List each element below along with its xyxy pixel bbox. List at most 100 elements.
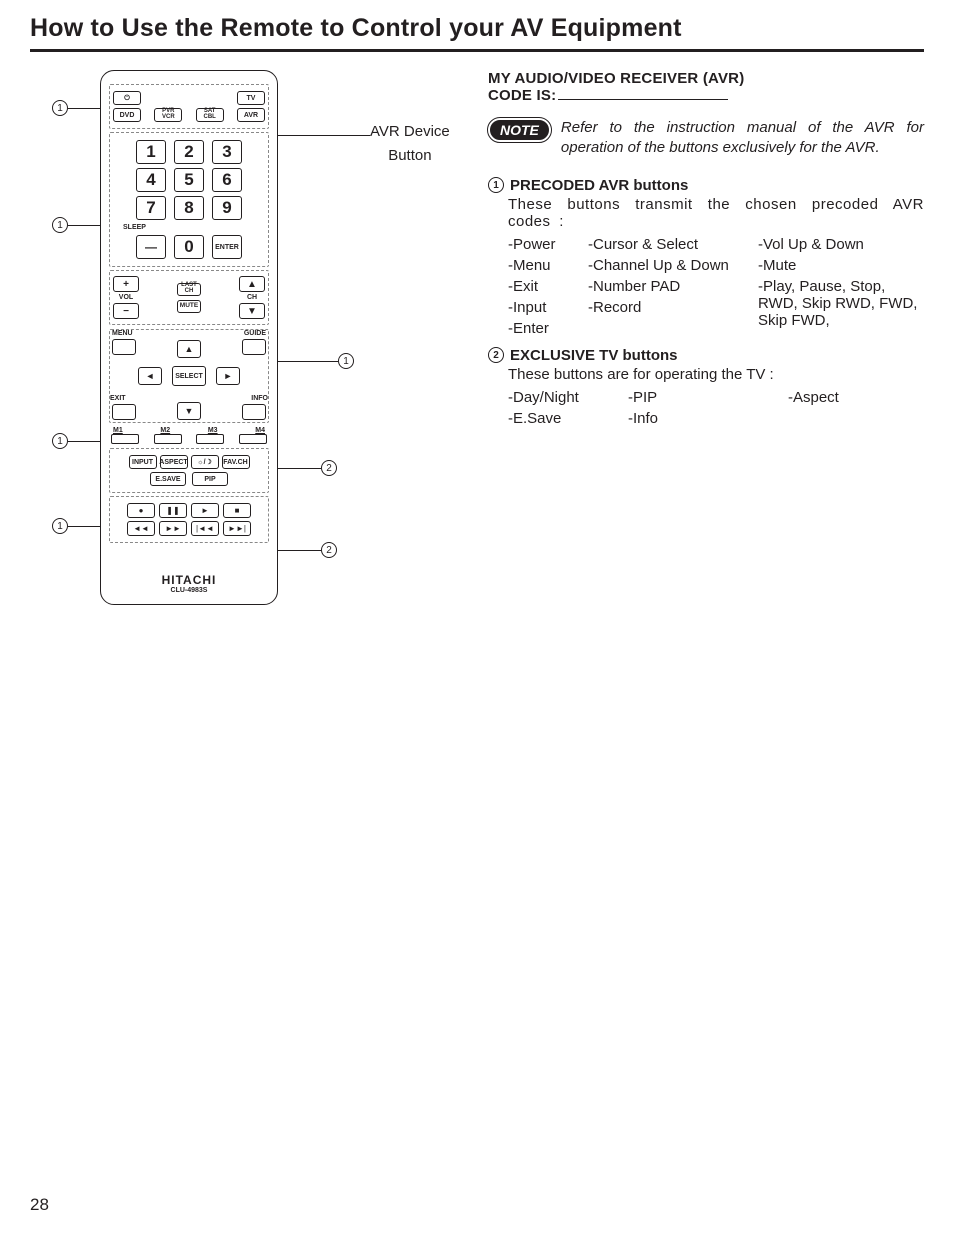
menu-label: MENU: [112, 330, 133, 337]
esave-button: E.SAVE: [150, 472, 186, 486]
guide-label: GUIDE: [244, 330, 266, 337]
avr-code-heading: MY AUDIO/VIDEO RECEIVER (AVR) CODE IS:: [488, 70, 924, 104]
nav-left-button: ◄: [138, 367, 162, 385]
exit-label: EXIT: [110, 395, 126, 402]
section-1-heading: 1 PRECODED AVR buttons: [488, 177, 924, 194]
remote-diagram: ⏻ TV DVD PVRVCR SATCBL AVR 1 2 3: [100, 70, 278, 605]
dvd-button: DVD: [113, 108, 141, 122]
brand-label: HITACHI: [109, 573, 269, 587]
section-2-heading: 2 EXCLUSIVE TV buttons: [488, 347, 924, 364]
num-9-button: 9: [212, 196, 242, 220]
diagram-column: 1 1 1 1 1 2 2 AVR Device: [30, 70, 470, 605]
section-2-sub: These buttons are for operating the TV :: [508, 366, 924, 383]
favch-button: FAV.CH: [222, 455, 250, 469]
callout-1-icon: 1: [52, 217, 68, 233]
section-1-table: -Power -Cursor & Select -Vol Up & Down -…: [508, 236, 924, 337]
dash-button: —: [136, 235, 166, 259]
info-button: [242, 404, 266, 420]
section-1-number-icon: 1: [488, 177, 504, 193]
table-cell: -Input: [508, 299, 588, 316]
exit-button: [112, 404, 136, 420]
table-cell: -Aspect: [788, 389, 924, 406]
table-cell: -Number PAD: [588, 278, 758, 295]
nav-down-button: ▼: [177, 402, 201, 420]
power-button: ⏻: [113, 91, 141, 105]
table-cell: -Day/Night: [508, 389, 628, 406]
rwd-button: ◄◄: [127, 521, 155, 536]
input-button: INPUT: [129, 455, 157, 469]
callout-1-icon: 1: [52, 518, 68, 534]
m4-button: [239, 434, 267, 444]
num-5-button: 5: [174, 168, 204, 192]
avr-button: AVR: [237, 108, 265, 122]
callout-1-icon: 1: [52, 100, 68, 116]
menu-button: [112, 339, 136, 355]
note-block: NOTE Refer to the instruction manual of …: [488, 118, 924, 159]
m2-button: [154, 434, 182, 444]
m1-button: [111, 434, 139, 444]
daynight-button: ☼/☽: [191, 455, 219, 469]
m3-label: M3: [208, 427, 218, 434]
sleep-label: SLEEP: [123, 224, 265, 231]
ch-up-button: ▲: [239, 276, 265, 292]
num-6-button: 6: [212, 168, 242, 192]
skip-fwd-button: ►►|: [223, 521, 251, 536]
m1-label: M1: [113, 427, 123, 434]
num-1-button: 1: [136, 140, 166, 164]
m4-label: M4: [255, 427, 265, 434]
record-button: ●: [127, 503, 155, 518]
code-blank-line: [558, 99, 728, 100]
select-button: SELECT: [172, 366, 206, 386]
fwd-button: ►►: [159, 521, 187, 536]
aspect-button: ASPECT: [160, 455, 188, 469]
m3-button: [196, 434, 224, 444]
info-label: INFO: [251, 395, 268, 402]
nav-up-button: ▲: [177, 340, 201, 358]
table-cell: -Power: [508, 236, 588, 253]
table-cell: -Menu: [508, 257, 588, 274]
skip-rwd-button: |◄◄: [191, 521, 219, 536]
lastch-button: LASTCH: [177, 283, 201, 296]
vol-down-button: −: [113, 303, 139, 319]
note-text: Refer to the instruction manual of the A…: [561, 118, 924, 159]
stop-button: ■: [223, 503, 251, 518]
vol-up-button: +: [113, 276, 139, 292]
table-cell: -Channel Up & Down: [588, 257, 758, 274]
table-cell: -Cursor & Select: [588, 236, 758, 253]
table-cell: -PIP: [628, 389, 788, 406]
pvr-vcr-button: PVRVCR: [154, 108, 182, 122]
vol-label: VOL: [119, 294, 133, 301]
table-cell: -Record: [588, 299, 758, 316]
pause-button: ❚❚: [159, 503, 187, 518]
model-label: CLU-4983S: [109, 587, 269, 594]
table-cell: -Exit: [508, 278, 588, 295]
table-cell: -Play, Pause, Stop, RWD, Skip RWD, FWD, …: [758, 278, 924, 337]
table-cell: -Enter: [508, 320, 588, 337]
num-0-button: 0: [174, 235, 204, 259]
table-cell: -Info: [628, 410, 788, 427]
num-4-button: 4: [136, 168, 166, 192]
page-number: 28: [30, 1195, 49, 1215]
section-1-sub: These buttons transmit the chosen precod…: [508, 196, 924, 230]
table-cell: -E.Save: [508, 410, 628, 427]
num-3-button: 3: [212, 140, 242, 164]
sat-cbl-button: SATCBL: [196, 108, 224, 122]
page-title: How to Use the Remote to Control your AV…: [30, 14, 924, 52]
nav-right-button: ►: [216, 367, 240, 385]
section-2-number-icon: 2: [488, 347, 504, 363]
m2-label: M2: [160, 427, 170, 434]
play-button: ►: [191, 503, 219, 518]
callout-1-icon: 1: [52, 433, 68, 449]
num-8-button: 8: [174, 196, 204, 220]
note-badge: NOTE: [488, 118, 551, 142]
num-2-button: 2: [174, 140, 204, 164]
mute-button: MUTE: [177, 300, 201, 313]
section-2-table: -Day/Night -PIP -Aspect -E.Save -Info: [508, 389, 924, 427]
pip-button: PIP: [192, 472, 228, 486]
ch-label: CH: [247, 294, 257, 301]
enter-button: ENTER: [212, 235, 242, 259]
table-cell: -Vol Up & Down: [758, 236, 924, 253]
tv-button: TV: [237, 91, 265, 105]
ch-down-button: ▼: [239, 303, 265, 319]
guide-button: [242, 339, 266, 355]
